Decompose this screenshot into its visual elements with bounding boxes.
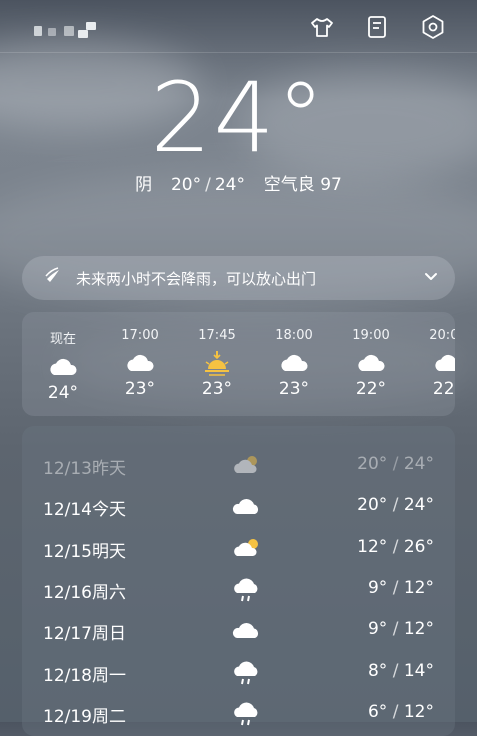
partly-cloudy-icon <box>232 452 262 483</box>
hourly-forecast[interactable]: 现在 24° 17:00 23° 17:45 23° 18:00 23° 19:… <box>22 312 455 416</box>
hour-item: 19:00 22° <box>336 328 406 399</box>
settings-icon[interactable] <box>420 14 446 40</box>
hour-item: 18:00 23° <box>259 328 329 399</box>
cloud-icon <box>232 493 262 524</box>
day-row[interactable]: 12/13昨天 20° / 24° <box>22 446 455 486</box>
air-quality[interactable]: 空气良 97 <box>264 175 342 195</box>
low-temp: 20° <box>170 175 202 195</box>
cloud-icon <box>105 349 175 379</box>
day-row[interactable]: 12/17周日 9° / 12° <box>22 611 455 651</box>
rain-forecast-text: 未来两小时不会降雨，可以放心出门 <box>76 269 317 288</box>
cloud-icon <box>232 617 262 648</box>
rain-icon <box>232 659 262 692</box>
location-pixel-icon[interactable] <box>34 22 100 40</box>
current-temperature: 24° <box>150 62 327 174</box>
current-summary: 阴 20°/24° 空气良 97 <box>135 175 342 195</box>
cloud-icon <box>336 349 406 379</box>
precipitation-icon <box>44 267 62 289</box>
day-row[interactable]: 12/18周一 8° / 14° <box>22 653 455 693</box>
cloud-icon <box>259 349 329 379</box>
day-row[interactable]: 12/14今天 20° / 24° <box>22 487 455 527</box>
daily-forecast[interactable]: 12/13昨天 20° / 24° 12/14今天 20° / 24° 12/1… <box>22 426 455 736</box>
high-temp: 24° <box>214 175 245 195</box>
day-row[interactable]: 12/15明天 12° / 26° <box>22 529 455 569</box>
notes-icon[interactable] <box>364 14 390 40</box>
hour-item: 17:00 23° <box>105 328 175 399</box>
sunset-icon <box>182 349 252 379</box>
hour-item: 17:45 23° <box>182 328 252 399</box>
condition-text: 阴 <box>135 175 153 195</box>
hour-item: 现在 24° <box>28 328 98 403</box>
rain-forecast-banner[interactable]: 未来两小时不会降雨，可以放心出门 <box>22 256 455 300</box>
rain-icon <box>232 700 262 733</box>
partly-cloudy-icon <box>232 535 262 566</box>
tshirt-icon[interactable] <box>309 14 335 40</box>
hour-item: 20:00 22° <box>413 328 455 399</box>
cloud-icon <box>413 349 455 379</box>
day-row[interactable]: 12/16周六 9° / 12° <box>22 570 455 610</box>
top-bar <box>0 0 477 53</box>
day-row[interactable]: 12/19周二 6° / 12° <box>22 694 455 734</box>
rain-icon <box>232 576 262 609</box>
chevron-down-icon[interactable] <box>423 268 439 288</box>
cloud-icon <box>28 353 98 383</box>
